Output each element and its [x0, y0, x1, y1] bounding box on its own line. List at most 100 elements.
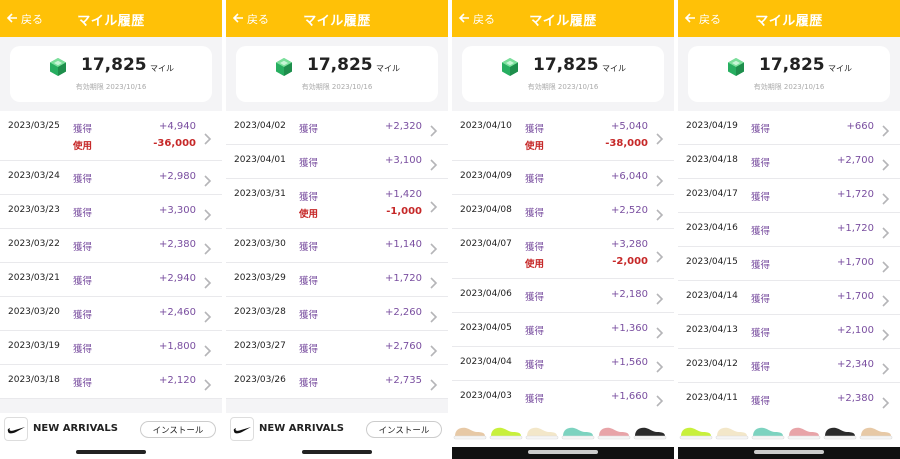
earned-label: 獲得	[525, 326, 545, 337]
history-row[interactable]: 2023/04/07 獲得 +3,280 使用 -2,000	[452, 229, 674, 279]
sneaker-image	[715, 421, 749, 441]
gem-icon	[48, 57, 68, 77]
earned-label: 獲得	[525, 292, 545, 303]
history-date: 2023/04/16	[686, 223, 738, 233]
earned-label: 獲得	[525, 208, 545, 219]
history-row[interactable]: 2023/04/01 獲得 +3,100	[226, 145, 448, 179]
history-row[interactable]: 2023/03/22 獲得 +2,380	[0, 229, 222, 263]
earned-amount: +1,660	[610, 391, 648, 402]
earned-amount: +2,980	[158, 171, 196, 182]
app-header: 戻る マイル履歴	[226, 0, 448, 37]
home-indicator[interactable]	[528, 450, 598, 454]
mile-balance: 17,825	[533, 55, 599, 75]
history-row[interactable]: 2023/03/31 獲得 +1,420 使用 -1,000	[226, 179, 448, 229]
chevron-right-icon	[655, 130, 664, 145]
history-row[interactable]: 2023/03/29 獲得 +1,720	[226, 263, 448, 297]
earned-amount: +3,280	[610, 239, 648, 250]
chevron-right-icon	[655, 392, 664, 407]
history-row[interactable]: 2023/04/14 獲得 +1,700	[678, 281, 900, 315]
used-label: 使用	[525, 259, 545, 270]
earned-label: 獲得	[73, 242, 93, 253]
home-indicator[interactable]	[76, 450, 146, 454]
earned-label: 獲得	[299, 344, 319, 355]
earned-label: 獲得	[73, 344, 93, 355]
history-date: 2023/04/07	[460, 239, 512, 249]
chevron-right-icon	[429, 198, 438, 213]
expiry-date: 有効期限 2023/10/16	[527, 83, 599, 91]
earned-amount: +2,735	[384, 375, 422, 386]
earned-label: 獲得	[525, 394, 545, 405]
history-date: 2023/03/22	[8, 239, 60, 249]
earned-amount: +5,040	[610, 121, 648, 132]
history-row[interactable]: 2023/04/08 獲得 +2,520	[452, 195, 674, 229]
history-row[interactable]: 2023/04/19 獲得 +660	[678, 111, 900, 145]
history-row[interactable]: 2023/03/27 獲得 +2,760	[226, 331, 448, 365]
earned-amount: +1,720	[836, 223, 874, 234]
history-row[interactable]: 2023/03/28 獲得 +2,260	[226, 297, 448, 331]
used-label: 使用	[73, 141, 93, 152]
gem-icon	[274, 57, 294, 77]
earned-label: 獲得	[751, 124, 771, 135]
home-indicator[interactable]	[302, 450, 372, 454]
install-button[interactable]: インストール	[366, 421, 442, 438]
earned-amount: +2,180	[610, 289, 648, 300]
earned-amount: +2,320	[384, 121, 422, 132]
install-button[interactable]: インストール	[140, 421, 216, 438]
history-list: 2023/04/19 獲得 +660 2023/04/18 獲得 +2,700 2023/0…	[678, 111, 900, 417]
history-row[interactable]: 2023/04/18 獲得 +2,700	[678, 145, 900, 179]
earned-amount: +2,340	[836, 359, 874, 370]
history-row[interactable]: 2023/03/21 獲得 +2,940	[0, 263, 222, 297]
earned-amount: +2,760	[384, 341, 422, 352]
history-row[interactable]: 2023/04/02 獲得 +2,320	[226, 111, 448, 145]
earned-label: 獲得	[73, 174, 93, 185]
ad-banner[interactable]: NEW ARRIVALS インストール	[226, 413, 448, 447]
sneaker-image	[453, 421, 487, 441]
history-date: 2023/04/09	[460, 171, 512, 181]
history-row[interactable]: 2023/03/20 獲得 +2,460	[0, 297, 222, 331]
history-row[interactable]: 2023/04/15 獲得 +1,700	[678, 247, 900, 281]
history-row[interactable]: 2023/04/06 獲得 +2,180	[452, 279, 674, 313]
history-list: 2023/03/25 獲得 +4,940 使用 -36,000 2023/03/24 獲得 +…	[0, 111, 222, 399]
ad-banner[interactable]: NEW ARRIVALS インストール	[0, 413, 222, 447]
history-row[interactable]: 2023/03/30 獲得 +1,140	[226, 229, 448, 263]
history-row[interactable]: 2023/03/25 獲得 +4,940 使用 -36,000	[0, 111, 222, 161]
history-row[interactable]: 2023/04/05 獲得 +1,360	[452, 313, 674, 347]
app-screen-2: 戻る マイル履歴 17,825 マイル 有効期限 2023/10/16 2023/04/0…	[226, 0, 448, 459]
ad-headline: NEW ARRIVALS	[33, 423, 118, 434]
history-row[interactable]: 2023/03/19 獲得 +1,800	[0, 331, 222, 365]
history-row[interactable]: 2023/04/11 獲得 +2,380	[678, 383, 900, 417]
history-row[interactable]: 2023/03/23 獲得 +3,300	[0, 195, 222, 229]
history-row[interactable]: 2023/03/26 獲得 +2,735	[226, 365, 448, 399]
mile-unit: マイル	[376, 64, 400, 73]
ad-banner-images[interactable]	[678, 413, 900, 447]
chevron-right-icon	[203, 130, 212, 145]
ad-banner-images[interactable]	[452, 413, 674, 447]
history-date: 2023/03/26	[234, 375, 286, 385]
earned-amount: +6,040	[610, 171, 648, 182]
app-header: 戻る マイル履歴	[678, 0, 900, 37]
gem-icon	[726, 57, 746, 77]
expiry-date: 有効期限 2023/10/16	[75, 83, 147, 91]
earned-amount: +3,100	[384, 155, 422, 166]
chevron-right-icon	[203, 206, 212, 221]
history-date: 2023/04/01	[234, 155, 286, 165]
chevron-right-icon	[203, 342, 212, 357]
history-row[interactable]: 2023/04/10 獲得 +5,040 使用 -38,000	[452, 111, 674, 161]
history-row[interactable]: 2023/04/09 獲得 +6,040	[452, 161, 674, 195]
history-date: 2023/03/21	[8, 273, 60, 283]
home-indicator[interactable]	[754, 450, 824, 454]
history-row[interactable]: 2023/04/17 獲得 +1,720	[678, 179, 900, 213]
history-row[interactable]: 2023/03/18 獲得 +2,120	[0, 365, 222, 399]
history-row[interactable]: 2023/04/13 獲得 +2,100	[678, 315, 900, 349]
history-row[interactable]: 2023/03/24 獲得 +2,980	[0, 161, 222, 195]
used-amount: -1,000	[386, 206, 422, 217]
history-row[interactable]: 2023/04/12 獲得 +2,340	[678, 349, 900, 383]
history-row[interactable]: 2023/04/16 獲得 +1,720	[678, 213, 900, 247]
history-date: 2023/03/31	[234, 189, 286, 199]
history-row[interactable]: 2023/04/04 獲得 +1,560	[452, 347, 674, 381]
earned-amount: +2,940	[158, 273, 196, 284]
chevron-right-icon	[881, 258, 890, 273]
chevron-right-icon	[881, 122, 890, 137]
chevron-right-icon	[881, 326, 890, 341]
history-row[interactable]: 2023/04/03 獲得 +1,660	[452, 381, 674, 415]
